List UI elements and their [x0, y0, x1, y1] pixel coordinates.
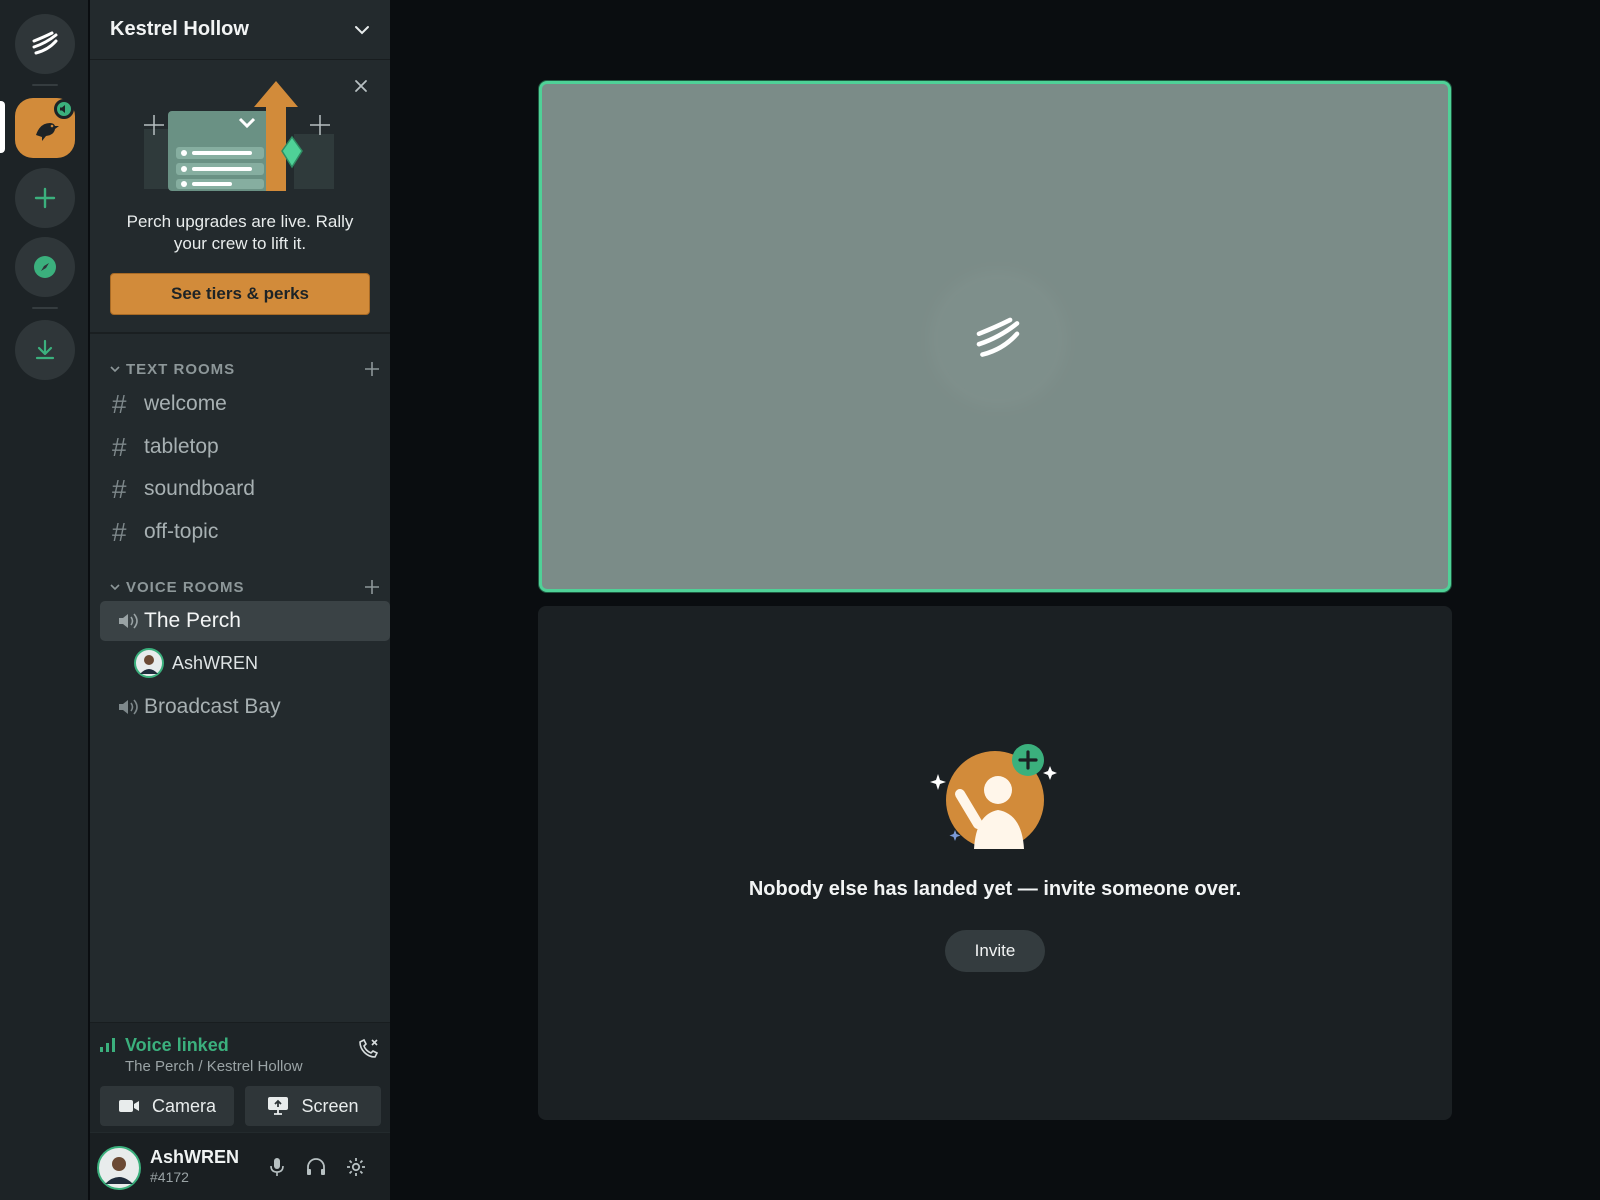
explore-button[interactable] [15, 237, 75, 297]
channel-sidebar: Kestrel Hollow Perch upgrades are live. … [90, 0, 390, 1200]
voice-user-name: AshWREN [172, 652, 259, 673]
channel-tabletop[interactable]: # tabletop [100, 427, 390, 467]
download-button[interactable] [15, 320, 75, 380]
channel-name: off-topic [144, 520, 219, 543]
add-channel-icon[interactable] [364, 361, 380, 377]
server-header[interactable]: Kestrel Hollow [90, 0, 390, 60]
voice-location: The Perch / Kestrel Hollow [125, 1058, 303, 1075]
stage-avatar [938, 279, 1058, 399]
screen-share-icon [268, 1097, 289, 1115]
voice-channel-broadcast-bay[interactable]: Broadcast Bay [100, 687, 390, 727]
promo-text: Perch upgrades are live. Rally your crew… [126, 212, 354, 253]
channel-off-topic[interactable]: # off-topic [100, 512, 390, 552]
user-panel: AshWREN #4172 [90, 1133, 390, 1200]
screen-share-button[interactable]: Screen [245, 1086, 381, 1126]
compass-icon [34, 256, 56, 278]
add-server-button[interactable] [15, 168, 75, 228]
close-icon[interactable] [352, 77, 370, 95]
category-label: VOICE ROOMS [126, 578, 245, 596]
voice-connection-panel: Voice linked The Perch / Kestrel Hollow … [90, 1022, 390, 1132]
speaker-icon [60, 105, 65, 113]
see-tiers-button[interactable]: See tiers & perks [110, 273, 370, 315]
voice-active-badge [54, 99, 74, 119]
channel-soundboard[interactable]: # soundboard [100, 469, 390, 509]
hash-icon: # [112, 516, 127, 547]
voice-user-ashwren[interactable]: AshWREN [134, 646, 384, 680]
channel-name: tabletop [144, 435, 219, 458]
chevron-down-icon [110, 584, 120, 591]
channel-name: soundboard [144, 477, 255, 500]
invite-tile: Nobody else has landed yet — invite some… [538, 606, 1452, 1120]
speaker-icon [119, 613, 138, 629]
voice-channel-the-perch[interactable]: The Perch [100, 601, 390, 641]
plus-icon [34, 187, 56, 209]
upgrade-promo: Perch upgrades are live. Rally your crew… [90, 61, 390, 334]
hash-icon: # [112, 473, 127, 504]
screen-label: Screen [301, 1095, 359, 1116]
signal-icon [100, 1038, 115, 1052]
speaking-video-tile[interactable] [539, 81, 1451, 592]
empty-state-message: Nobody else has landed yet — invite some… [748, 878, 1242, 900]
invite-illustration [930, 744, 1057, 849]
download-icon [35, 339, 55, 360]
app-logo-icon [976, 317, 1020, 357]
category-voice-rooms[interactable]: VOICE ROOMS [110, 577, 380, 597]
hash-icon: # [112, 388, 127, 419]
headphones-icon[interactable] [305, 1156, 327, 1178]
gear-icon[interactable] [345, 1156, 367, 1178]
voice-status: Voice linked [125, 1035, 229, 1055]
avatar[interactable] [97, 1146, 141, 1190]
category-label: TEXT ROOMS [126, 360, 236, 378]
chevron-down-icon [355, 25, 369, 34]
camera-button[interactable]: Camera [100, 1086, 234, 1126]
disconnect-icon[interactable] [356, 1037, 380, 1061]
invite-button[interactable]: Invite [945, 930, 1045, 972]
rail-divider [32, 84, 58, 86]
selected-server-indicator [0, 101, 5, 153]
avatar [134, 648, 164, 678]
user-tag: #4172 [150, 1169, 189, 1185]
speaker-icon [119, 699, 138, 715]
channel-name: The Perch [144, 609, 241, 632]
camera-icon [118, 1100, 139, 1112]
server-name: Kestrel Hollow [110, 18, 249, 40]
channel-welcome[interactable]: # welcome [100, 384, 390, 424]
camera-label: Camera [151, 1095, 217, 1116]
hash-icon: # [112, 431, 127, 462]
upgrade-illustration [144, 81, 334, 191]
category-text-rooms[interactable]: TEXT ROOMS [110, 359, 380, 379]
add-channel-icon[interactable] [364, 579, 380, 595]
server-rail [0, 0, 88, 1200]
microphone-icon[interactable] [266, 1156, 288, 1178]
chevron-down-icon [110, 366, 120, 373]
rail-divider [32, 307, 58, 309]
home-button[interactable] [15, 14, 75, 74]
channel-name: Broadcast Bay [144, 695, 281, 718]
user-name: AshWREN [150, 1147, 239, 1167]
app-logo-icon [32, 31, 58, 55]
channel-name: welcome [144, 392, 227, 415]
